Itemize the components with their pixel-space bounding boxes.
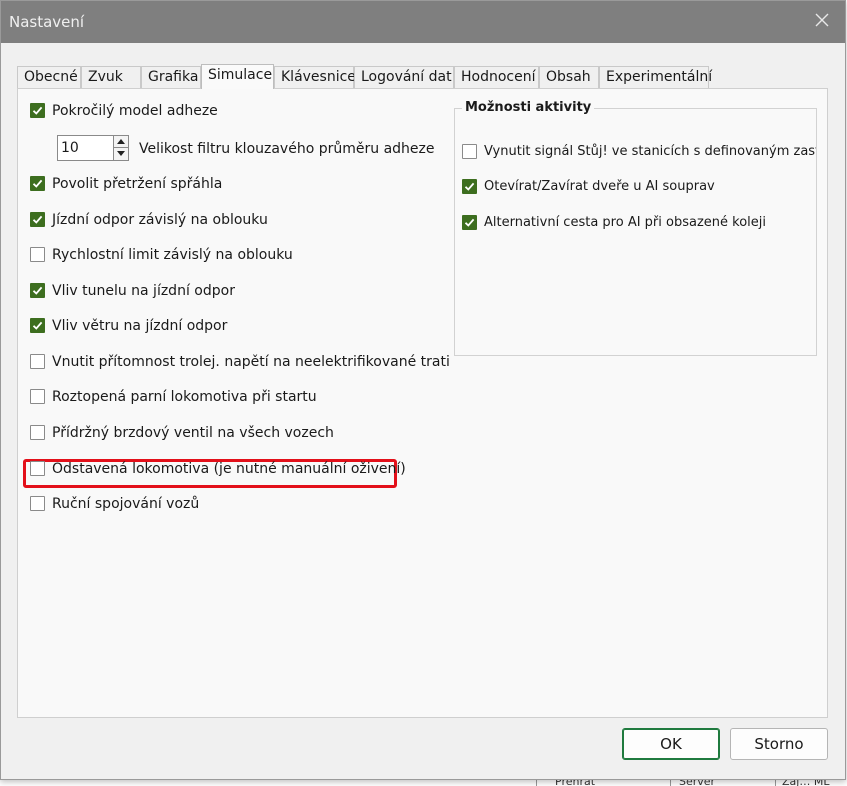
tab-zvuk[interactable]: Zvuk [81, 66, 141, 88]
spinner-down-icon[interactable] [113, 148, 128, 160]
tab-obsah[interactable]: Obsah [539, 66, 599, 88]
title-bar[interactable]: Nastavení [1, 1, 845, 43]
tab-obecne[interactable]: Obecné [17, 66, 81, 88]
checkbox-checked-icon[interactable] [30, 283, 45, 298]
option-label: Jízdní odpor závislý na oblouku [52, 212, 268, 228]
checkbox-icon[interactable] [30, 425, 45, 440]
checkbox-icon[interactable] [30, 247, 45, 262]
option-label: Otevírat/Zavírat dveře u AI souprav [484, 179, 715, 194]
option-label: Vynutit signál Stůj! ve stanicích s defi… [484, 144, 817, 159]
checkbox-icon[interactable] [30, 389, 45, 404]
checkbox-checked-icon[interactable] [462, 179, 477, 194]
checkbox-checked-icon[interactable] [30, 103, 45, 118]
option-label: Vliv tunelu na jízdní odpor [52, 283, 235, 299]
option-label: Pokročilý model adheze [52, 103, 218, 119]
ok-button[interactable]: OK [622, 728, 720, 760]
tab-klavesnice[interactable]: Klávesnice [274, 66, 356, 88]
checkbox-checked-icon[interactable] [30, 318, 45, 333]
option-label: Povolit přetržení spřáhla [52, 176, 223, 192]
tab-grafika[interactable]: Grafika [141, 66, 201, 88]
window-title: Nastavení [9, 13, 85, 31]
adhesion-filter-label: Velikost filtru klouzavého průměru adhez… [139, 141, 435, 157]
checkbox-checked-icon[interactable] [462, 215, 477, 230]
tab-hodnoceni[interactable]: Hodnocení [454, 66, 539, 88]
spinner-up-icon[interactable] [113, 136, 128, 148]
option-label: Vliv větru na jízdní odpor [52, 318, 228, 334]
adhesion-filter-spinner[interactable]: 10 [57, 135, 129, 161]
checkbox-checked-icon[interactable] [30, 212, 45, 227]
cancel-button[interactable]: Storno [730, 728, 828, 760]
checkbox-icon[interactable] [30, 461, 45, 476]
option-label: Roztopená parní lokomotiva při startu [52, 389, 317, 405]
activity-options-group: Vynutit signál Stůj! ve stanicích s defi… [454, 108, 817, 356]
tab-simulace[interactable]: Simulace [201, 64, 274, 89]
checkbox-icon[interactable] [30, 354, 45, 369]
option-label: Odstavená lokomotiva (je nutné manuální … [52, 461, 406, 477]
option-label: Rychlostní limit závislý na oblouku [52, 247, 293, 263]
settings-dialog: Nastavení Obecné Zvuk Grafika Simulace K… [0, 0, 846, 780]
adhesion-filter-value: 10 [61, 140, 79, 156]
checkbox-icon[interactable] [462, 144, 477, 159]
checkbox-checked-icon[interactable] [30, 176, 45, 191]
tab-experimentalni[interactable]: Experimentální [599, 66, 712, 88]
option-label: Přídržný brzdový ventil na všech vozech [52, 425, 334, 441]
simulation-panel: Pokročilý model adheze 10 Velikost filtr… [17, 88, 828, 718]
close-icon[interactable] [813, 11, 831, 29]
option-label: Alternativní cesta pro AI při obsazené k… [484, 215, 767, 230]
option-label: Ruční spojování vozů [52, 496, 200, 512]
checkbox-icon[interactable] [30, 496, 45, 511]
activity-options-title: Možnosti aktivity [462, 100, 595, 116]
tab-logovani-dat[interactable]: Logování dat [354, 66, 454, 88]
option-label: Vnutit přítomnost trolej. napětí na neel… [52, 354, 450, 370]
